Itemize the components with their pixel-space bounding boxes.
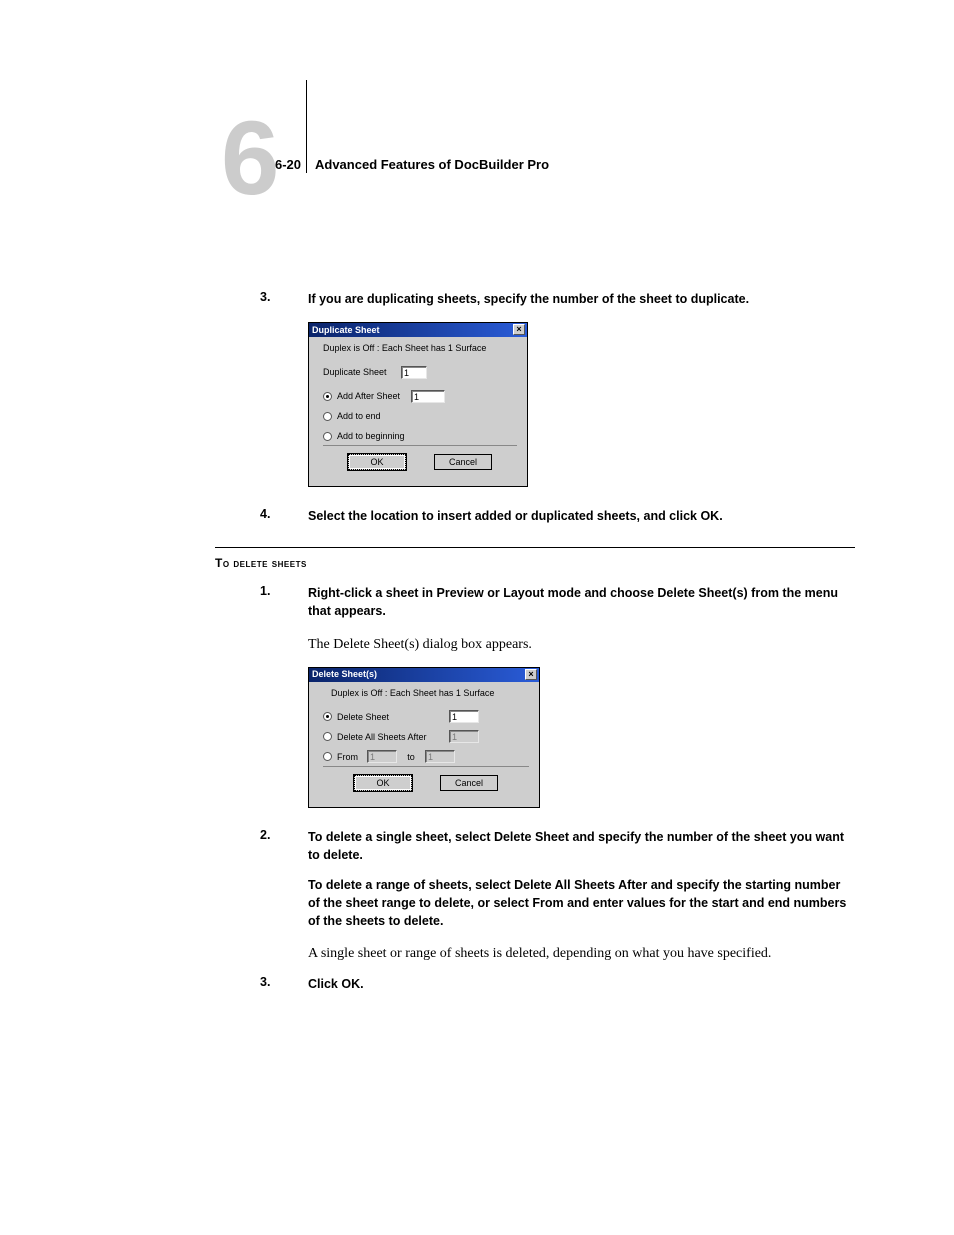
ok-button[interactable]: OK bbox=[354, 775, 412, 791]
radio-from[interactable] bbox=[323, 752, 332, 761]
delete-all-after-label: Delete All Sheets After bbox=[337, 732, 449, 742]
ok-button[interactable]: OK bbox=[348, 454, 406, 470]
to-label: to bbox=[397, 752, 425, 762]
section-title: Advanced Features of DocBuilder Pro bbox=[315, 157, 549, 172]
delete-sheet-input[interactable]: 1 bbox=[449, 710, 479, 723]
section-rule bbox=[215, 547, 855, 548]
delete-all-after-input[interactable]: 1 bbox=[449, 730, 479, 743]
dialog-title: Delete Sheet(s) bbox=[312, 669, 377, 679]
from-label: From bbox=[337, 752, 367, 762]
delete-body-text-1: The Delete Sheet(s) dialog box appears. bbox=[278, 635, 855, 655]
dialog-titlebar: Delete Sheet(s) × bbox=[309, 668, 539, 682]
step-text: Right-click a sheet in Preview or Layout… bbox=[278, 584, 855, 620]
radio-add-to-beginning[interactable] bbox=[323, 432, 332, 441]
to-input[interactable]: 1 bbox=[425, 750, 455, 763]
subheading-delete-sheets: To delete sheets bbox=[215, 556, 855, 570]
step-text: If you are duplicating sheets, specify t… bbox=[278, 290, 855, 308]
step-text: Select the location to insert added or d… bbox=[278, 507, 855, 525]
duplicate-sheet-dialog: Duplicate Sheet × Duplex is Off : Each S… bbox=[308, 322, 528, 487]
delete-sheets-dialog: Delete Sheet(s) × Duplex is Off : Each S… bbox=[308, 667, 540, 808]
radio-delete-sheet[interactable] bbox=[323, 712, 332, 721]
header-divider bbox=[306, 80, 307, 173]
dialog-titlebar: Duplicate Sheet × bbox=[309, 323, 527, 337]
add-after-sheet-input[interactable]: 1 bbox=[411, 390, 445, 403]
radio-add-to-end[interactable] bbox=[323, 412, 332, 421]
add-to-end-label: Add to end bbox=[337, 411, 381, 421]
close-icon[interactable]: × bbox=[525, 669, 537, 680]
cancel-button[interactable]: Cancel bbox=[440, 775, 498, 791]
from-input[interactable]: 1 bbox=[367, 750, 397, 763]
dialog-title: Duplicate Sheet bbox=[312, 325, 380, 335]
step-3: 3. If you are duplicating sheets, specif… bbox=[278, 290, 855, 308]
delete-body-text-2: A single sheet or range of sheets is del… bbox=[278, 944, 855, 964]
step-number: 3. bbox=[260, 975, 270, 989]
duplex-status: Duplex is Off : Each Sheet has 1 Surface bbox=[323, 343, 517, 353]
delete-sheet-label: Delete Sheet bbox=[337, 712, 449, 722]
step-number: 3. bbox=[260, 290, 270, 304]
step-text-p1: To delete a single sheet, select Delete … bbox=[278, 828, 855, 864]
duplicate-sheet-label: Duplicate Sheet bbox=[323, 367, 401, 377]
step-4: 4. Select the location to insert added o… bbox=[278, 507, 855, 525]
step-number: 4. bbox=[260, 507, 270, 521]
add-to-beginning-label: Add to beginning bbox=[337, 431, 405, 441]
page-number: 6-20 bbox=[275, 157, 301, 172]
chapter-watermark: 6 bbox=[221, 120, 276, 199]
step-text: Click OK. bbox=[278, 975, 855, 993]
step-number: 2. bbox=[260, 828, 270, 842]
delete-step-1: 1. Right-click a sheet in Preview or Lay… bbox=[278, 584, 855, 620]
cancel-button[interactable]: Cancel bbox=[434, 454, 492, 470]
close-icon[interactable]: × bbox=[513, 324, 525, 335]
radio-add-after-sheet[interactable] bbox=[323, 392, 332, 401]
duplex-status: Duplex is Off : Each Sheet has 1 Surface bbox=[323, 688, 529, 698]
page-header: 6 6-20 Advanced Features of DocBuilder P… bbox=[215, 80, 855, 160]
add-after-sheet-label: Add After Sheet bbox=[337, 391, 411, 401]
delete-step-3: 3. Click OK. bbox=[278, 975, 855, 993]
duplicate-sheet-input[interactable]: 1 bbox=[401, 366, 427, 379]
step-text-p2: To delete a range of sheets, select Dele… bbox=[278, 876, 855, 930]
radio-delete-all-after[interactable] bbox=[323, 732, 332, 741]
step-number: 1. bbox=[260, 584, 270, 598]
delete-step-2: 2. To delete a single sheet, select Dele… bbox=[278, 828, 855, 931]
